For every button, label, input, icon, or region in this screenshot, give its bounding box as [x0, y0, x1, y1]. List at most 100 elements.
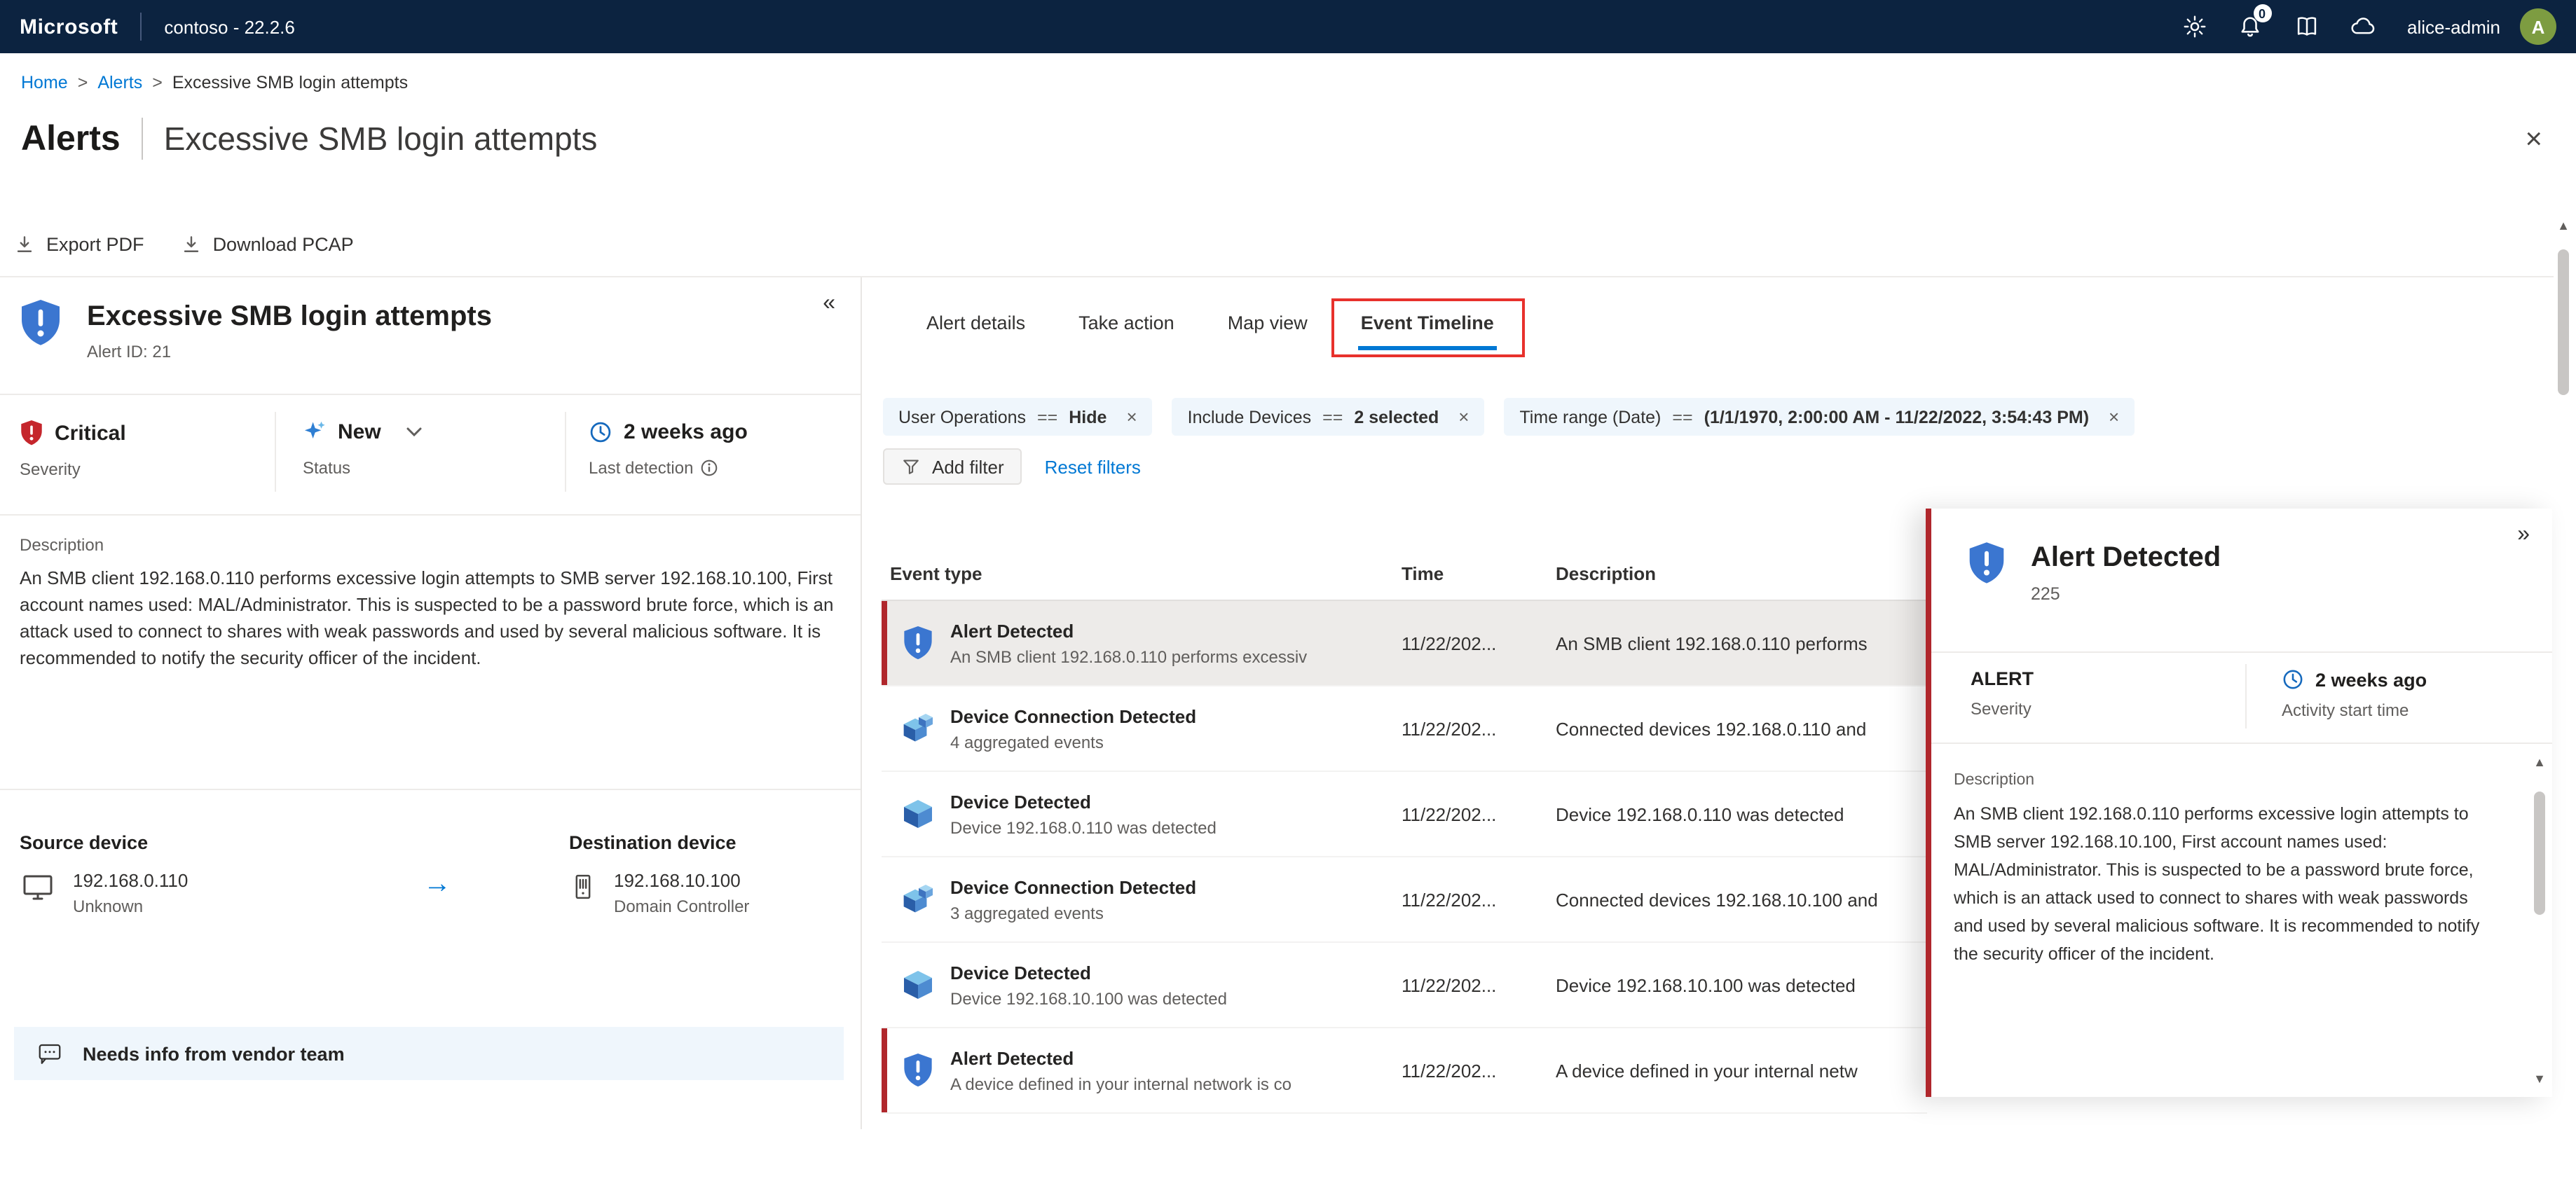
filter-actions-row: Add filter Reset filters: [883, 448, 1141, 485]
row-severity-bar: [882, 943, 887, 1027]
row-severity-bar: [882, 857, 887, 941]
add-filter-button[interactable]: Add filter: [883, 448, 1022, 485]
table-row[interactable]: Device Connection Detected 4 aggregated …: [882, 686, 1927, 772]
filter-value: (1/1/1970, 2:00:00 AM - 11/22/2022, 3:54…: [1704, 407, 2090, 427]
device-cube-icon: [904, 800, 932, 828]
export-pdf-label: Export PDF: [46, 234, 144, 255]
info-icon[interactable]: [700, 460, 717, 476]
table-row[interactable]: Alert Detected A device defined in your …: [882, 1028, 1927, 1114]
source-device-ip[interactable]: 192.168.0.110: [73, 870, 188, 891]
status-dropdown-chevron-icon[interactable]: [406, 427, 422, 437]
detail-description-section: Description An SMB client 192.168.0.110 …: [1931, 743, 2552, 1097]
filter-pill-row: User Operations == Hide × Include Device…: [883, 398, 2135, 436]
top-bar: Microsoft contoso - 22.2.6 0 alice-admin…: [0, 0, 2576, 53]
row-severity-bar: [882, 772, 887, 856]
source-device-block: Source device 192.168.0.110 Unknown: [20, 832, 412, 954]
filter-operator: ==: [1037, 407, 1058, 427]
vendor-info-banner[interactable]: Needs info from vendor team: [14, 1027, 844, 1080]
destination-device-ip[interactable]: 192.168.10.100: [614, 870, 749, 891]
detail-time-cell: 2 weeks ago Activity start time: [2245, 653, 2552, 743]
status-cell: New Status: [275, 395, 565, 514]
scrollbar-thumb[interactable]: [2558, 249, 2569, 395]
download-icon: [17, 236, 32, 252]
page-subtitle: Excessive SMB login attempts: [163, 120, 598, 156]
detail-time-label: Activity start time: [2282, 700, 2409, 720]
alert-shield-icon: [904, 1054, 932, 1087]
status-label: Status: [303, 458, 351, 478]
filter-name: Time range (Date): [1519, 407, 1662, 427]
table-row[interactable]: Device Detected Device 192.168.10.100 wa…: [882, 943, 1927, 1028]
event-title: Alert Detected: [950, 1047, 1074, 1068]
remove-filter-icon[interactable]: ×: [1458, 408, 1469, 426]
event-time: 11/22/202...: [1402, 1060, 1497, 1081]
user-name[interactable]: alice-admin: [2407, 16, 2500, 37]
detail-description-label: Description: [1954, 772, 2035, 789]
table-row[interactable]: Device Detected Device 192.168.0.110 was…: [882, 772, 1927, 857]
filter-pill-user-operations[interactable]: User Operations == Hide ×: [883, 398, 1153, 436]
last-detection-label: Last detection: [589, 458, 694, 478]
event-subtitle: An SMB client 192.168.0.110 performs exc…: [950, 647, 1308, 666]
expand-panel-icon[interactable]: »: [2517, 523, 2530, 548]
tab-event-timeline[interactable]: Event Timeline: [1331, 298, 1525, 357]
scroll-up-icon[interactable]: ▲: [2554, 219, 2573, 233]
filter-operator: ==: [1322, 407, 1343, 427]
page-scrollbar[interactable]: ▲: [2554, 219, 2573, 1181]
event-subtitle: 4 aggregated events: [950, 732, 1104, 752]
column-header-event-type[interactable]: Event type: [882, 562, 1402, 583]
filter-pill-include-devices[interactable]: Include Devices == 2 selected ×: [1172, 398, 1485, 436]
alert-panel-header: Excessive SMB login attempts Alert ID: 2…: [0, 277, 861, 394]
settings-gear-icon[interactable]: [2174, 7, 2214, 46]
breadcrumb-home[interactable]: Home: [21, 73, 68, 92]
devices-section: Source device 192.168.0.110 Unknown → De…: [0, 789, 861, 954]
event-icon: [903, 713, 933, 744]
cloud-icon[interactable]: [2343, 7, 2382, 46]
download-pcap-button[interactable]: Download PCAP: [181, 234, 354, 255]
scroll-down-icon[interactable]: ▼: [2530, 1072, 2549, 1086]
tab-take-action[interactable]: Take action: [1076, 301, 1177, 350]
alert-id: Alert ID: 21: [87, 342, 172, 361]
remove-filter-icon[interactable]: ×: [2109, 408, 2119, 426]
destination-device-type: Domain Controller: [614, 897, 750, 916]
tab-alert-details[interactable]: Alert details: [924, 301, 1028, 350]
destination-device-label: Destination device: [569, 832, 737, 853]
row-severity-bar: [882, 601, 887, 685]
event-title: Alert Detected: [950, 620, 1074, 641]
detail-event-id: 225: [2031, 584, 2060, 604]
severity-cell: Critical Severity: [0, 395, 275, 514]
export-pdf-button[interactable]: Export PDF: [14, 234, 144, 255]
row-severity-bar: [882, 686, 887, 771]
event-title: Device Detected: [950, 962, 1091, 983]
scroll-up-icon[interactable]: ▲: [2530, 755, 2549, 769]
close-icon[interactable]: ×: [2525, 124, 2542, 153]
table-row[interactable]: Alert Detected An SMB client 192.168.0.1…: [882, 601, 1927, 686]
remove-filter-icon[interactable]: ×: [1126, 408, 1137, 426]
column-header-description[interactable]: Description: [1556, 562, 1927, 583]
breadcrumb-alerts[interactable]: Alerts: [97, 73, 142, 92]
tab-bar: Alert details Take action Map view Event…: [924, 298, 1525, 357]
device-connection-icon: [903, 714, 933, 742]
detail-title: Alert Detected: [2031, 542, 2221, 573]
notifications-bell-icon[interactable]: 0: [2231, 4, 2272, 46]
event-title: Device Connection Detected: [950, 705, 1197, 726]
user-avatar[interactable]: A: [2520, 8, 2556, 45]
alert-shield-icon: [904, 626, 932, 660]
event-icon: [903, 799, 933, 829]
page-title: Alerts: [21, 118, 121, 158]
vendor-info-banner-text: Needs info from vendor team: [83, 1043, 345, 1064]
filter-operator: ==: [1672, 407, 1693, 427]
detail-scrollbar[interactable]: ▲ ▼: [2530, 755, 2549, 1086]
severity-label: Severity: [20, 460, 81, 479]
filter-pill-time-range-date-[interactable]: Time range (Date) == (1/1/1970, 2:00:00 …: [1504, 398, 2135, 436]
title-divider: [141, 118, 143, 160]
breadcrumb-current: Excessive SMB login attempts: [172, 73, 409, 92]
microsoft-logo[interactable]: Microsoft: [20, 15, 118, 39]
column-header-time[interactable]: Time: [1402, 562, 1556, 583]
table-row[interactable]: Device Connection Detected 3 aggregated …: [882, 857, 1927, 943]
reset-filters-link[interactable]: Reset filters: [1045, 456, 1141, 477]
event-table-body: Alert Detected An SMB client 192.168.0.1…: [882, 601, 1927, 1114]
guide-book-icon[interactable]: [2287, 7, 2326, 46]
collapse-panel-icon[interactable]: «: [823, 291, 835, 317]
scrollbar-thumb[interactable]: [2534, 792, 2545, 915]
tab-map-view[interactable]: Map view: [1225, 301, 1310, 350]
new-status-sparkle-icon: [304, 421, 325, 439]
